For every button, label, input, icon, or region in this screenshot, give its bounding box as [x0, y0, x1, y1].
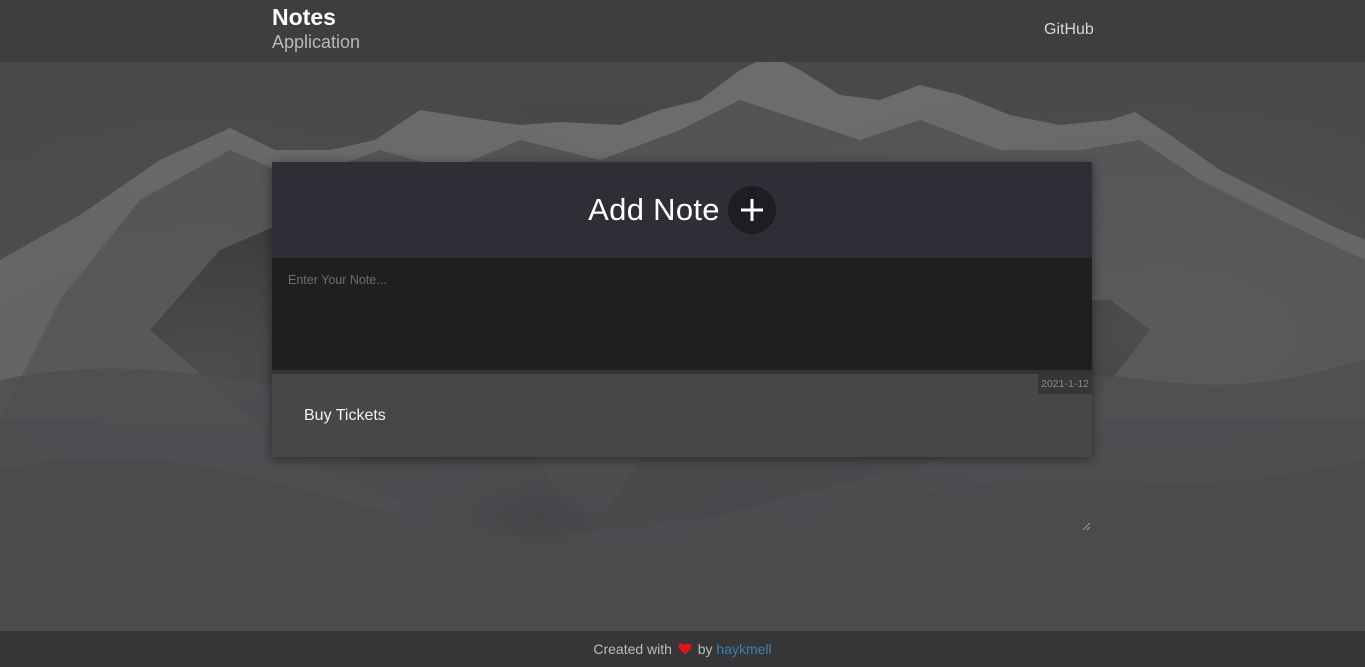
- heart-icon: [678, 643, 692, 655]
- notes-card: Add Note Buy Tickets 2021-1-12: [272, 162, 1092, 531]
- note-input[interactable]: [272, 258, 1092, 370]
- composer-header: Add Note: [272, 162, 1092, 258]
- note-text: Buy Tickets: [304, 407, 386, 424]
- app-subtitle: Application: [272, 32, 361, 52]
- add-note-button[interactable]: [727, 186, 776, 234]
- plus-icon: [740, 199, 763, 221]
- composer-title: Add Note: [588, 192, 720, 227]
- app-header: Notes Application GitHub: [0, 0, 1365, 62]
- author-link[interactable]: haykmell: [716, 641, 771, 657]
- resize-grip-icon[interactable]: [1082, 522, 1091, 531]
- footer-prefix: Created with: [593, 641, 672, 657]
- note-item[interactable]: Buy Tickets 2021-1-12: [272, 374, 1092, 457]
- github-link[interactable]: GitHub: [1044, 21, 1094, 39]
- footer-by: by: [697, 641, 713, 657]
- app-title: Notes: [272, 4, 336, 30]
- note-date: 2021-1-12: [1038, 374, 1092, 394]
- app-footer: Created with by haykmell: [0, 631, 1365, 667]
